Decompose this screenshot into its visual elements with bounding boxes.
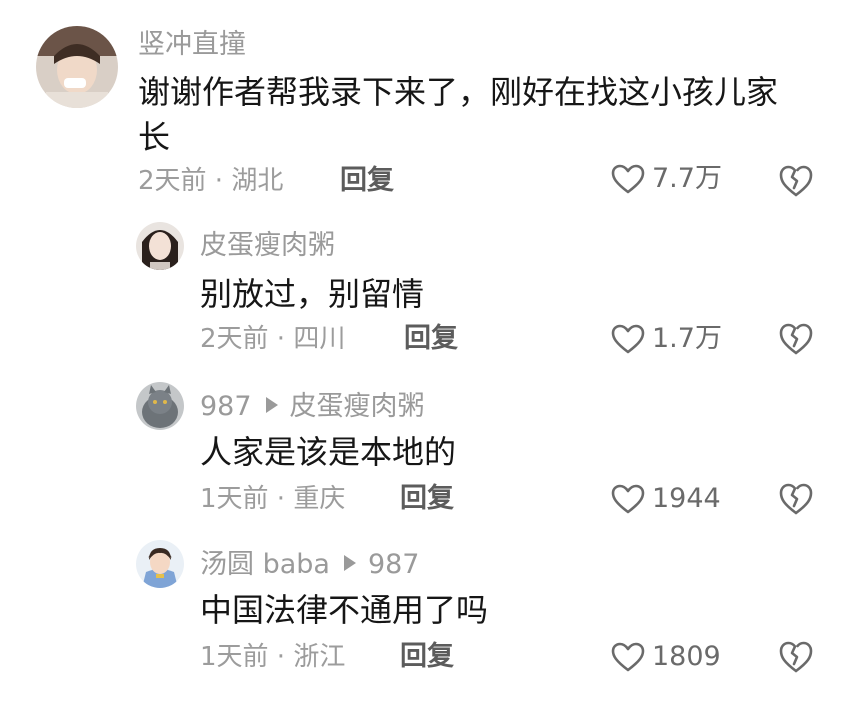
username[interactable]: 汤圆 baba 987 [200, 548, 420, 582]
comment-meta: 2天前 · 湖北 [138, 166, 284, 196]
like-button[interactable]: 1809 [610, 640, 721, 674]
broken-heart-icon [779, 641, 813, 673]
comment-meta: 1天前 · 重庆 [200, 484, 346, 514]
broken-heart-icon [779, 323, 813, 355]
avatar[interactable] [136, 382, 184, 430]
reply-button[interactable]: 回复 [400, 640, 454, 674]
dislike-button[interactable] [778, 640, 814, 674]
broken-heart-icon [779, 483, 813, 515]
like-count: 1.7万 [652, 323, 722, 354]
heart-outline-icon [611, 324, 645, 354]
heart-outline-icon [611, 164, 645, 194]
reply-to-username[interactable]: 987 [368, 549, 420, 580]
avatar[interactable] [36, 26, 118, 108]
heart-outline-icon [611, 484, 645, 514]
comment-meta: 2天前 · 四川 [200, 324, 346, 354]
like-button[interactable]: 1.7万 [610, 322, 722, 356]
like-button[interactable]: 7.7万 [610, 162, 722, 196]
heart-outline-icon [611, 642, 645, 672]
dislike-button[interactable] [778, 482, 814, 516]
reply-button[interactable]: 回复 [400, 482, 454, 516]
like-count: 1944 [652, 483, 721, 514]
like-count: 7.7万 [652, 163, 722, 194]
comment-meta: 1天前 · 浙江 [200, 642, 346, 672]
dislike-button[interactable] [778, 164, 814, 198]
comment-text: 人家是该是本地的 [200, 433, 457, 471]
like-button[interactable]: 1944 [610, 482, 721, 516]
triangle-right-icon [265, 397, 278, 413]
username-text[interactable]: 汤圆 baba [200, 549, 330, 580]
broken-heart-icon [779, 165, 813, 197]
reply-button[interactable]: 回复 [404, 322, 458, 356]
reply-button[interactable]: 回复 [340, 164, 394, 198]
dislike-button[interactable] [778, 322, 814, 356]
comment-text: 中国法律不通用了吗 [200, 591, 489, 629]
username[interactable]: 竖冲直撞 [138, 28, 246, 62]
reply-to-username[interactable]: 皮蛋瘦肉粥 [290, 391, 425, 422]
username[interactable]: 皮蛋瘦肉粥 [200, 229, 335, 263]
username-text[interactable]: 987 [200, 391, 252, 422]
avatar[interactable] [136, 540, 184, 588]
username[interactable]: 987 皮蛋瘦肉粥 [200, 390, 425, 424]
avatar[interactable] [136, 222, 184, 270]
comment-text: 谢谢作者帮我录下来了，刚好在找这小孩儿家长 [138, 73, 779, 156]
comment-text: 别放过，别留情 [200, 275, 425, 313]
like-count: 1809 [652, 641, 721, 672]
triangle-right-icon [343, 555, 356, 571]
